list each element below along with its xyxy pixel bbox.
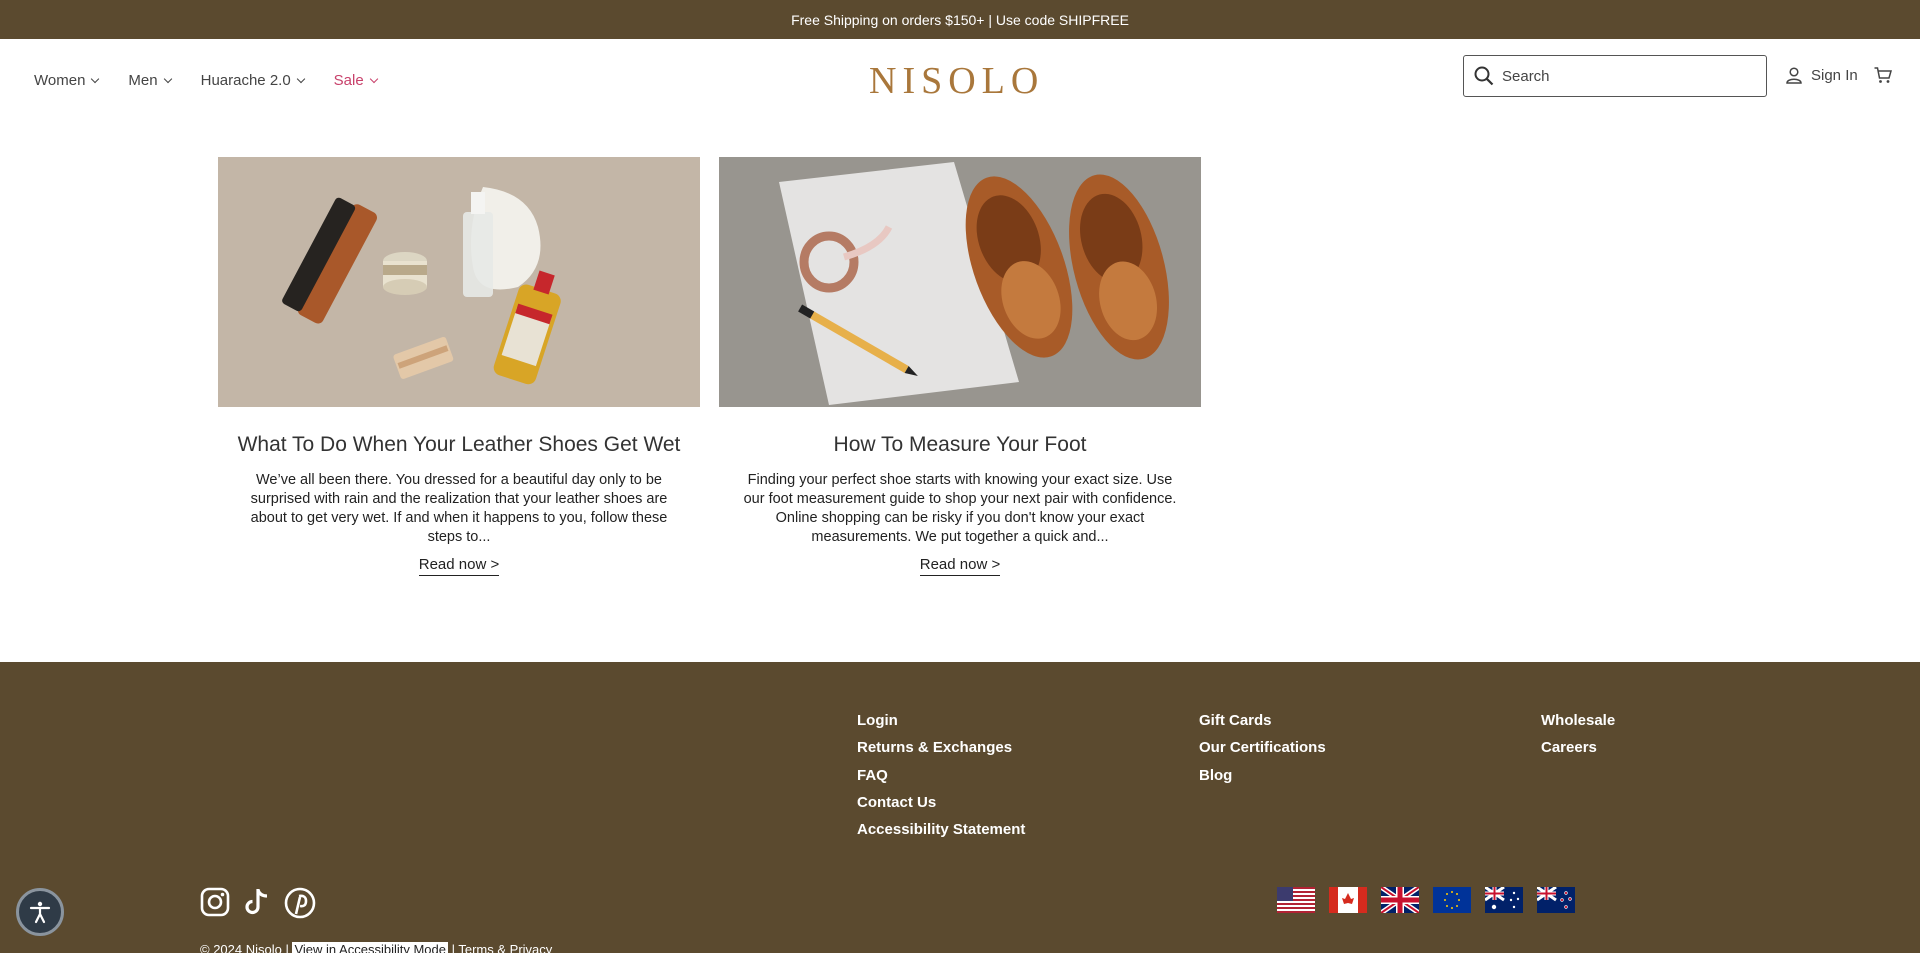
nav-sale-label: Sale — [333, 72, 364, 89]
footer-legal: © 2024 Nisolo | View in Accessibility Mo… — [200, 942, 552, 953]
sign-in-label: Sign In — [1811, 67, 1858, 84]
cart-icon — [1874, 67, 1892, 83]
nav-women[interactable]: Women — [34, 72, 100, 89]
nav-sale[interactable]: Sale — [333, 72, 378, 89]
tiktok-icon[interactable] — [242, 887, 272, 917]
copyright-text: © 2024 Nisolo — [200, 942, 282, 953]
nav-women-label: Women — [34, 72, 86, 89]
article-title[interactable]: What To Do When Your Leather Shoes Get W… — [218, 433, 700, 457]
pinterest-icon[interactable] — [284, 887, 316, 919]
footer-link-login[interactable]: Login — [857, 712, 1025, 739]
site-header: Women Men Huarache 2.0 Sale NISOLO Sign … — [0, 39, 1920, 123]
eu-flag[interactable] — [1433, 887, 1471, 913]
new-zealand-flag[interactable] — [1537, 887, 1575, 913]
footer-link-wholesale[interactable]: Wholesale — [1541, 712, 1615, 739]
uk-flag[interactable] — [1381, 887, 1419, 913]
chevron-down-icon — [91, 74, 100, 83]
site-logo[interactable]: NISOLO — [869, 59, 1044, 103]
accessibility-icon — [29, 901, 51, 924]
nav-men[interactable]: Men — [128, 72, 172, 89]
footer-link-blog[interactable]: Blog — [1199, 767, 1326, 794]
site-footer: Login Returns & Exchanges FAQ Contact Us… — [0, 662, 1920, 953]
footer-column-shop: Gift Cards Our Certifications Blog — [1199, 712, 1326, 794]
nav-huarache-label: Huarache 2.0 — [200, 72, 291, 89]
sign-in-link[interactable]: Sign In — [1786, 67, 1858, 84]
cart-button[interactable] — [1874, 67, 1892, 89]
footer-link-gift-cards[interactable]: Gift Cards — [1199, 712, 1326, 739]
footer-link-accessibility[interactable]: Accessibility Statement — [857, 821, 1025, 848]
read-now-link[interactable]: Read now > — [919, 556, 1001, 576]
accessibility-mode-link[interactable]: View in Accessibility Mode — [292, 942, 448, 953]
footer-column-company: Wholesale Careers — [1541, 712, 1615, 767]
us-flag[interactable] — [1277, 887, 1315, 913]
read-now-link[interactable]: Read now > — [418, 556, 500, 576]
nav-men-label: Men — [128, 72, 158, 89]
canada-flag[interactable] — [1329, 887, 1367, 913]
terms-link[interactable]: Terms & Privacy — [458, 942, 552, 953]
country-selector — [1277, 887, 1575, 913]
accessibility-widget-button[interactable] — [16, 888, 64, 936]
chevron-down-icon — [296, 74, 305, 83]
article-card: How To Measure Your Foot Finding your pe… — [719, 157, 1201, 576]
announcement-bar: Free Shipping on orders $150+ | Use code… — [0, 0, 1920, 39]
article-card: What To Do When Your Leather Shoes Get W… — [218, 157, 700, 576]
footer-column-account: Login Returns & Exchanges FAQ Contact Us… — [857, 712, 1025, 848]
announcement-text: Free Shipping on orders $150+ | Use code… — [791, 11, 1129, 28]
chevron-down-icon — [369, 74, 378, 83]
australia-flag[interactable] — [1485, 887, 1523, 913]
article-excerpt: We’ve all been there. You dressed for a … — [250, 472, 668, 545]
footer-link-faq[interactable]: FAQ — [857, 767, 1025, 794]
article-image-measure-foot[interactable] — [719, 157, 1201, 407]
nav-huarache[interactable]: Huarache 2.0 — [200, 72, 305, 89]
search-input[interactable] — [1502, 67, 1752, 85]
user-icon — [1786, 67, 1802, 84]
footer-link-certifications[interactable]: Our Certifications — [1199, 739, 1326, 766]
chevron-down-icon — [163, 74, 172, 83]
main-nav: Women Men Huarache 2.0 Sale — [34, 72, 407, 89]
footer-link-returns[interactable]: Returns & Exchanges — [857, 739, 1025, 766]
article-excerpt: Finding your perfect shoe starts with kn… — [743, 472, 1177, 545]
footer-link-contact[interactable]: Contact Us — [857, 794, 1025, 821]
social-links — [200, 887, 316, 919]
instagram-icon[interactable] — [200, 887, 230, 917]
article-title[interactable]: How To Measure Your Foot — [719, 433, 1201, 457]
search-icon — [1474, 66, 1494, 86]
search-box[interactable] — [1463, 55, 1767, 97]
footer-link-careers[interactable]: Careers — [1541, 739, 1615, 766]
article-image-leather-care[interactable] — [218, 157, 700, 407]
